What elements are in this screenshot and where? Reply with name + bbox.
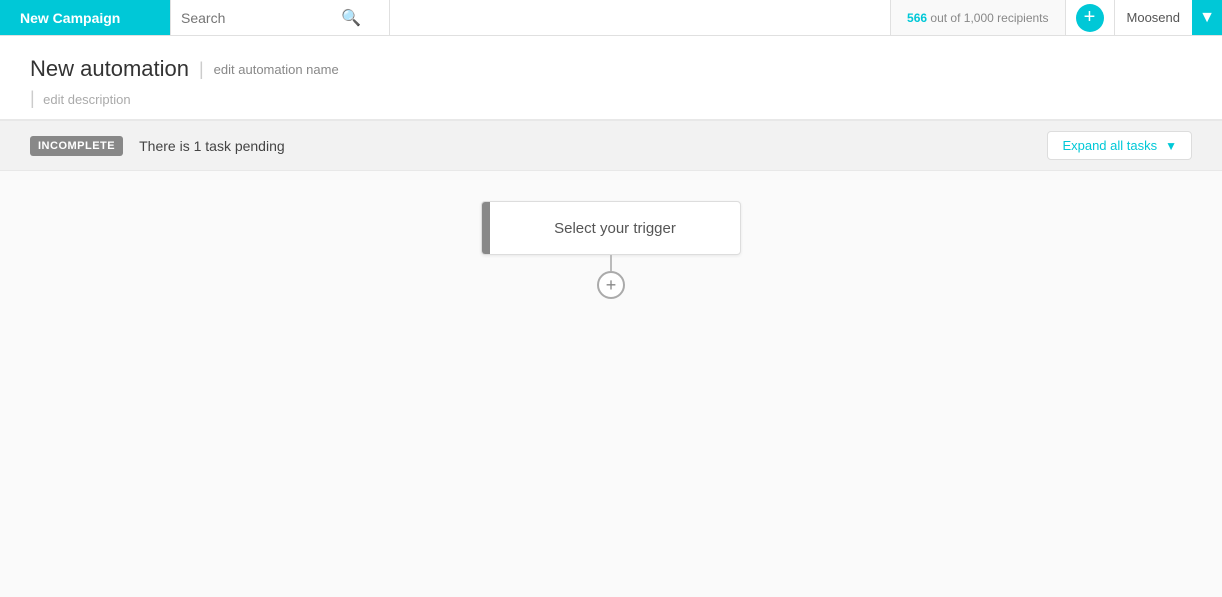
add-step-icon: + [606,275,617,296]
status-bar: INCOMPLETE There is 1 task pending Expan… [0,120,1222,171]
new-campaign-label: New Campaign [20,10,120,26]
user-name-label: Moosend [1127,10,1180,25]
chevron-down-icon: ▼ [1199,9,1215,27]
trigger-card[interactable]: Select your trigger [481,201,741,255]
expand-all-label: Expand all tasks [1062,138,1157,153]
add-step-button[interactable]: + [597,271,625,299]
incomplete-badge: INCOMPLETE [30,136,123,156]
add-button[interactable]: + [1076,4,1104,32]
user-name: Moosend [1114,0,1192,35]
edit-name-link[interactable]: edit automation name [214,62,339,77]
search-icon: 🔍 [341,8,361,28]
recipients-total: 1,000 [964,11,994,25]
recipients-suffix: recipients [997,11,1048,25]
page-title: New automation [30,56,189,82]
page-header: New automation | edit automation name | … [0,36,1222,120]
automation-canvas: Select your trigger + [0,171,1222,597]
expand-chevron-icon: ▼ [1165,139,1177,153]
new-campaign-button[interactable]: New Campaign [0,0,170,35]
expand-all-button[interactable]: Expand all tasks ▼ [1047,131,1192,160]
connector-line [610,255,612,271]
task-pending-text: There is 1 task pending [139,138,285,154]
user-menu-chevron[interactable]: ▼ [1192,0,1222,35]
search-container: 🔍 [170,0,390,35]
recipients-label: out of [930,11,960,25]
add-icon: + [1084,6,1096,29]
topbar: New Campaign 🔍 566 out of 1,000 recipien… [0,0,1222,36]
recipients-info: 566 out of 1,000 recipients [890,0,1065,35]
page-title-row: New automation | edit automation name [30,56,1192,82]
trigger-card-wrapper: Select your trigger + [481,201,741,299]
edit-description-row: | edit description [30,88,1192,109]
recipients-count: 566 [907,11,927,25]
edit-description-link[interactable]: edit description [39,92,130,107]
search-input[interactable] [181,10,341,26]
trigger-card-accent [482,202,490,254]
trigger-card-label: Select your trigger [490,220,740,237]
divider: | [199,59,204,80]
desc-divider: | [30,88,35,108]
